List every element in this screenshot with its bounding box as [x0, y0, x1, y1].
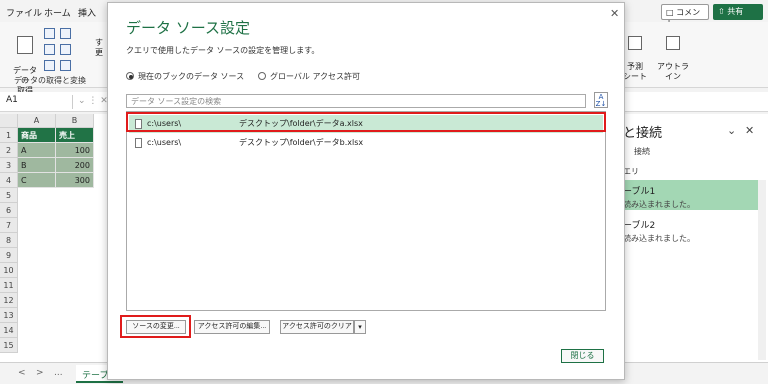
- edit-permissions-button[interactable]: アクセス許可の編集...: [194, 320, 270, 334]
- close-icon[interactable]: ✕: [610, 7, 619, 20]
- queries-connections-pane: と接続 ⌄ ✕ 接続 エリ ーブル1 読み込まれました。 ーブル2 読み込まれま…: [610, 114, 768, 362]
- forecast-sheet-button[interactable]: 予測 シート: [622, 26, 648, 82]
- comment-button[interactable]: □ コメント: [661, 4, 709, 28]
- sheet-nav-next[interactable]: >: [36, 368, 44, 378]
- col-header-a[interactable]: A: [18, 114, 56, 128]
- scrollbar[interactable]: [758, 180, 766, 360]
- recent-sources-icon[interactable]: [60, 44, 71, 55]
- row-header[interactable]: 14: [0, 323, 18, 338]
- row-header[interactable]: 2: [0, 143, 18, 158]
- radio-global-permissions[interactable]: グローバル アクセス許可: [258, 71, 360, 82]
- database-icon: [17, 36, 33, 54]
- data-source-list[interactable]: c:\users\ デスクトップ\folder\データa.xlsx c:\use…: [126, 111, 606, 311]
- row-header[interactable]: 4: [0, 173, 18, 188]
- from-text-icon[interactable]: [44, 28, 55, 39]
- row-header[interactable]: 13: [0, 308, 18, 323]
- table-cell[interactable]: A: [18, 143, 56, 158]
- menu-file[interactable]: ファイル: [6, 6, 42, 19]
- share-button[interactable]: ⇧ 共有: [713, 4, 763, 20]
- pane-title: と接続: [623, 126, 663, 141]
- table-cell[interactable]: 100: [56, 143, 94, 158]
- existing-connections-icon[interactable]: [44, 60, 55, 71]
- row-header[interactable]: 9: [0, 248, 18, 263]
- dialog-description: クエリで使用したデータ ソースの設定を管理します。: [126, 46, 320, 55]
- chevron-down-icon[interactable]: ⌄: [727, 124, 736, 137]
- clear-permissions-button[interactable]: アクセス許可のクリア: [280, 320, 354, 334]
- table-cell[interactable]: B: [18, 158, 56, 173]
- row-header[interactable]: 3: [0, 158, 18, 173]
- sheet-nav-prev[interactable]: <: [18, 368, 26, 378]
- highlight-change-source: [120, 315, 191, 338]
- row-header[interactable]: 1: [0, 128, 18, 143]
- row-header[interactable]: 11: [0, 278, 18, 293]
- from-table-icon[interactable]: [44, 44, 55, 55]
- from-web-icon[interactable]: [60, 28, 71, 39]
- col-header-b[interactable]: B: [56, 114, 94, 128]
- radio-selected-icon: [126, 72, 134, 80]
- menu-insert[interactable]: 挿入: [78, 6, 96, 19]
- file-icon: [135, 138, 142, 148]
- row-header[interactable]: 5: [0, 188, 18, 203]
- outline-icon: [666, 36, 680, 50]
- highlight-selected-row: [126, 112, 606, 132]
- comment-icon: □: [666, 8, 674, 17]
- share-icon: ⇧: [718, 7, 725, 16]
- data-source-settings-dialog: データ ソース設定 ✕ クエリで使用したデータ ソースの設定を管理します。 現在…: [107, 2, 625, 380]
- formula-bar-icons: ⌄ ⋮ ✕: [78, 96, 108, 106]
- tab-connections[interactable]: 接続: [634, 146, 650, 157]
- worksheet-grid[interactable]: A B 1 2 3 4 5 6 7 8 9 10 11 12 13 14 15 …: [0, 114, 110, 364]
- row-header[interactable]: 8: [0, 233, 18, 248]
- select-all-corner[interactable]: [0, 114, 18, 128]
- row-header[interactable]: 7: [0, 218, 18, 233]
- search-input[interactable]: データ ソース設定の検索: [126, 94, 586, 108]
- table-cell[interactable]: 300: [56, 173, 94, 188]
- radio-unselected-icon: [258, 72, 266, 80]
- group-label-get-transform: データの取得と変換: [14, 76, 86, 85]
- tab-queries[interactable]: エリ: [623, 166, 639, 177]
- row-header[interactable]: 6: [0, 203, 18, 218]
- sort-icon[interactable]: A Z↓: [594, 92, 608, 108]
- menu-home[interactable]: ホーム: [44, 6, 71, 19]
- radio-current-workbook[interactable]: 現在のブックのデータ ソース: [126, 71, 244, 82]
- table-cell[interactable]: C: [18, 173, 56, 188]
- close-button[interactable]: 閉じる: [561, 349, 604, 363]
- from-picture-icon[interactable]: [60, 60, 71, 71]
- table-cell[interactable]: 200: [56, 158, 94, 173]
- row-header[interactable]: 10: [0, 263, 18, 278]
- sheet-nav-more[interactable]: ...: [54, 368, 63, 378]
- outline-button[interactable]: アウトラ イン: [656, 26, 690, 82]
- data-source-row[interactable]: c:\users\ デスクトップ\folder\データb.xlsx: [129, 134, 603, 152]
- dialog-title: データ ソース設定: [126, 19, 251, 37]
- table-header-sales[interactable]: 売上: [56, 128, 94, 143]
- query-item[interactable]: ーブル1 読み込まれました。: [611, 180, 759, 210]
- row-header[interactable]: 12: [0, 293, 18, 308]
- table-header-product[interactable]: 商品: [18, 128, 56, 143]
- row-header[interactable]: 15: [0, 338, 18, 353]
- name-box[interactable]: A1: [3, 95, 73, 109]
- query-item[interactable]: ーブル2 読み込まれました。: [611, 214, 759, 244]
- chevron-down-icon[interactable]: ▾: [354, 320, 366, 334]
- close-icon[interactable]: ✕: [745, 124, 754, 137]
- forecast-icon: [628, 36, 642, 50]
- refresh-all-button[interactable]: す 更: [92, 28, 106, 58]
